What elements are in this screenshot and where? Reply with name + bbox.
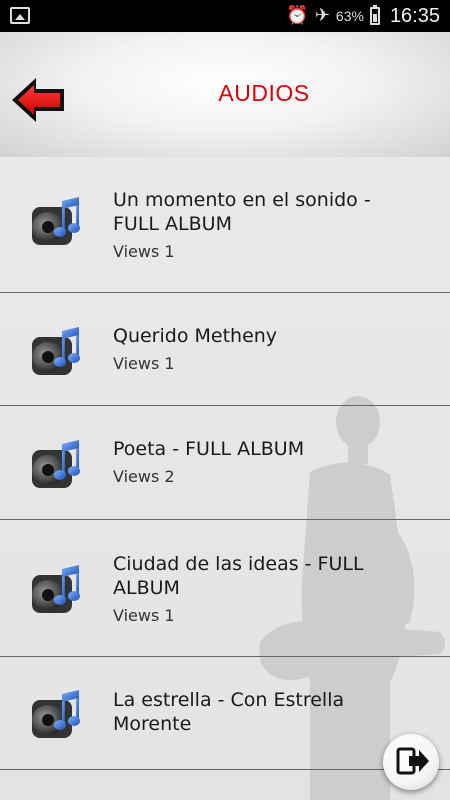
music-speaker-icon: [32, 440, 80, 488]
status-icons: ⏰ ✈ 63% 16:35: [286, 0, 440, 32]
image-icon: [10, 7, 30, 24]
battery-percent: 63%: [335, 8, 364, 24]
item-views: Views 2: [113, 467, 175, 486]
list-item[interactable]: Ciudad de las ideas - FULL ALBUM Views 1: [0, 520, 450, 657]
item-title: Poeta - FULL ALBUM: [113, 438, 305, 460]
status-bar: ⏰ ✈ 63% 16:35: [0, 0, 450, 32]
item-title: Un momento en el sonido - FULL ALBUM: [113, 189, 371, 235]
list-item[interactable]: Un momento en el sonido - FULL ALBUM Vie…: [0, 157, 450, 293]
exit-button[interactable]: [383, 734, 439, 790]
page-title: AUDIOS: [218, 80, 310, 106]
item-title: Querido Metheny: [113, 325, 278, 347]
item-views: Views 1: [113, 606, 175, 625]
item-views: Views 1: [113, 242, 175, 261]
exit-icon: [396, 747, 429, 775]
music-speaker-icon: [32, 197, 80, 245]
header: AUDIOS: [0, 32, 450, 157]
music-speaker-icon: [32, 565, 80, 613]
music-speaker-icon: [32, 690, 80, 738]
list-item[interactable]: Querido Metheny Views 1: [0, 293, 450, 406]
airplane-icon: ✈: [314, 5, 330, 26]
item-title: Ciudad de las ideas - FULL ALBUM: [113, 553, 364, 599]
audio-list: Un momento en el sonido - FULL ALBUM Vie…: [0, 157, 450, 800]
alarm-icon: ⏰: [286, 5, 309, 26]
list-item[interactable]: Poeta - FULL ALBUM Views 2: [0, 406, 450, 520]
clock: 16:35: [389, 4, 440, 27]
music-speaker-icon: [32, 327, 80, 375]
item-views: Views 1: [113, 354, 175, 373]
item-title: La estrella - Con Estrella Morente: [113, 689, 345, 735]
battery-icon: [369, 5, 380, 25]
